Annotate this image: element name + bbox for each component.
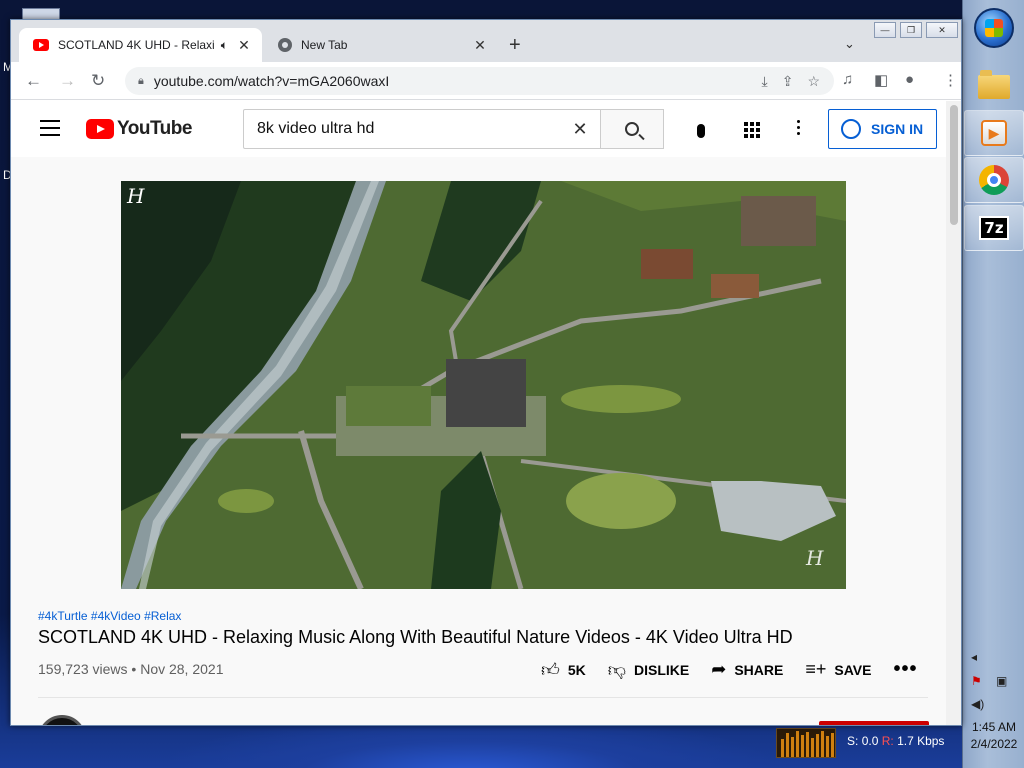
search-query[interactable]: 8k video ultra hd — [244, 120, 560, 138]
more-actions-button[interactable]: ••• — [893, 658, 917, 681]
clear-search-icon[interactable]: ✕ — [560, 119, 600, 140]
search-button[interactable] — [600, 109, 664, 149]
search-input[interactable]: 8k video ultra hd ✕ — [243, 109, 601, 149]
playlist-add-icon: ≡+ — [805, 659, 827, 679]
youtube-play-logo-icon — [86, 119, 114, 139]
settings-kebab-icon[interactable] — [797, 120, 801, 138]
aerial-landscape-frame: H H — [121, 181, 846, 589]
tab-close-button[interactable]: ✕ — [470, 37, 490, 54]
youtube-favicon — [33, 39, 49, 51]
taskbar-media-player-button[interactable]: ▶ — [964, 110, 1024, 156]
side-panel-icon[interactable]: ◧ — [874, 71, 888, 89]
subscribe-button[interactable] — [819, 721, 929, 725]
video-hashtags[interactable]: #4kTurtle #4kVideo #Relax — [38, 609, 181, 623]
video-watermark-top: H — [126, 184, 145, 208]
dislike-button[interactable]: 👎︎ DISLIKE — [608, 659, 690, 681]
youtube-page: YouTube 8k video ultra hd ✕ SIGN IN H H … — [11, 101, 946, 725]
clock-time[interactable]: 1:45 AM — [963, 720, 1024, 734]
divider — [38, 697, 928, 698]
recv-label: R: — [881, 734, 894, 748]
voice-search-button[interactable] — [681, 111, 721, 151]
sent-value: 0.0 — [861, 734, 879, 748]
sign-in-label: SIGN IN — [871, 121, 924, 137]
action-center-flag-icon[interactable]: ⚑ — [971, 674, 982, 688]
browser-toolbar: ← → ↻ 🔒︎ youtube.com/watch?v=mGA2060waxI… — [11, 62, 961, 100]
tab-close-button[interactable]: ✕ — [234, 37, 254, 54]
url-text[interactable]: youtube.com/watch?v=mGA2060waxI — [154, 73, 762, 89]
profile-icon[interactable]: ● — [905, 71, 914, 88]
tab-new-tab[interactable]: New Tab ✕ — [264, 28, 498, 62]
chrome-favicon — [278, 38, 292, 52]
forward-arrow-icon[interactable]: → — [59, 71, 76, 91]
share-label: SHARE — [734, 661, 784, 678]
thumbs-down-icon: 👎︎ — [607, 659, 626, 680]
thumbs-up-icon: 👍︎ — [541, 659, 560, 680]
browser-window: SCOTLAND 4K UHD - Relaxi 🔈︎ ✕ New Tab ✕ … — [10, 19, 962, 726]
recv-value: 1.7 Kbps — [897, 734, 945, 748]
video-watermark-bottom: H — [805, 546, 824, 570]
like-button[interactable]: 👍︎ 5K — [541, 659, 586, 681]
network-graph — [776, 728, 836, 758]
scrollbar-thumb[interactable] — [950, 105, 958, 225]
apps-grid-icon[interactable] — [744, 122, 760, 138]
new-tab-button[interactable]: + — [509, 34, 521, 57]
7zip-icon: 7z — [979, 216, 1009, 240]
share-button[interactable]: ➦ SHARE — [711, 659, 783, 680]
microphone-icon — [697, 124, 705, 138]
video-title: SCOTLAND 4K UHD - Relaxing Music Along W… — [38, 627, 793, 647]
taskbar-chrome-button[interactable] — [964, 157, 1024, 203]
lock-icon[interactable]: 🔒︎ — [138, 75, 144, 88]
media-control-icon[interactable]: ♫ — [842, 71, 853, 88]
like-count: 5K — [567, 661, 586, 678]
taskbar-7zip-button[interactable]: 7z — [964, 205, 1024, 251]
tab-title: SCOTLAND 4K UHD - Relaxi — [58, 38, 215, 52]
youtube-header: YouTube 8k video ultra hd ✕ SIGN IN — [11, 101, 946, 157]
view-count: 159,723 views — [38, 661, 128, 677]
back-arrow-icon[interactable]: ← — [25, 71, 42, 91]
video-actions: 👍︎ 5K 👎︎ DISLIKE ➦ SHARE ≡+ SAVE ••• — [541, 658, 939, 681]
video-player[interactable]: H H — [121, 181, 846, 589]
install-app-icon[interactable]: ⤓ — [762, 73, 768, 90]
tray-expand-icon[interactable]: ◂ — [971, 650, 977, 664]
audio-playing-icon[interactable]: 🔈︎ — [221, 38, 228, 53]
reload-icon[interactable]: ↻ — [91, 71, 105, 91]
address-bar[interactable]: 🔒︎ youtube.com/watch?v=mGA2060waxI ⤓ ⇪ ☆ — [125, 67, 834, 95]
folder-icon — [978, 70, 1010, 99]
network-stats: S: 0.0 R: 1.7 Kbps — [847, 734, 944, 748]
search-icon — [625, 122, 639, 136]
tab-search-chevron-icon[interactable]: ⌄ — [844, 36, 855, 52]
chrome-icon — [979, 165, 1009, 195]
start-button[interactable] — [974, 8, 1014, 48]
tab-title: New Tab — [301, 38, 348, 52]
save-label: SAVE — [834, 661, 872, 678]
channel-avatar[interactable] — [38, 715, 86, 725]
share-icon[interactable]: ⇪ — [782, 73, 794, 90]
chrome-menu-icon[interactable]: ⋮ — [943, 71, 958, 89]
maximize-button[interactable]: ❐ — [900, 22, 922, 38]
network-tray-icon[interactable]: ▣ — [996, 674, 1007, 688]
dislike-label: DISLIKE — [634, 661, 690, 678]
volume-icon[interactable]: ◀) — [971, 697, 984, 711]
save-button[interactable]: ≡+ SAVE — [805, 659, 871, 680]
sign-in-button[interactable]: SIGN IN — [828, 109, 937, 149]
minimize-button[interactable]: — — [874, 22, 896, 38]
taskbar-folder-button[interactable] — [964, 64, 1024, 110]
close-window-button[interactable]: ✕ — [926, 22, 958, 38]
page-scrollbar[interactable] — [946, 101, 961, 725]
clock-date[interactable]: 2/4/2022 — [963, 737, 1024, 751]
tab-strip: SCOTLAND 4K UHD - Relaxi 🔈︎ ✕ New Tab ✕ … — [11, 20, 961, 62]
youtube-wordmark: YouTube — [117, 118, 192, 139]
sent-label: S: — [847, 734, 859, 748]
tab-youtube[interactable]: SCOTLAND 4K UHD - Relaxi 🔈︎ ✕ — [19, 28, 262, 62]
taskbar: ▶ 7z ◂ ⚑ ▣ ◀) 1:45 AM 2/4/2022 — [962, 0, 1024, 768]
share-arrow-icon: ➦ — [711, 659, 727, 679]
meta-separator: • — [131, 661, 141, 677]
account-circle-icon — [841, 119, 861, 139]
video-meta: 159,723 views • Nov 28, 2021 — [38, 661, 224, 677]
media-player-icon: ▶ — [981, 120, 1007, 146]
upload-date: Nov 28, 2021 — [140, 661, 224, 677]
hamburger-menu-icon[interactable] — [40, 120, 60, 141]
bookmark-star-icon[interactable]: ☆ — [807, 73, 820, 90]
youtube-logo[interactable]: YouTube — [86, 118, 192, 140]
